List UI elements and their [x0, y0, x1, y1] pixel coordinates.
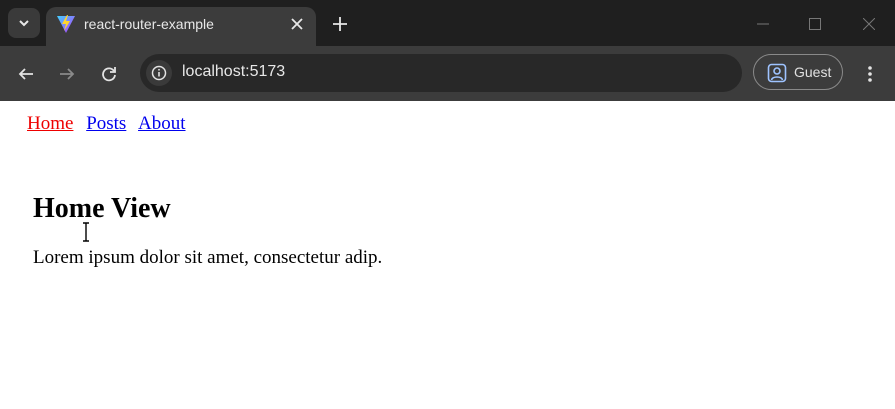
close-icon: [863, 18, 875, 30]
page-content: Home Posts About Home View Lorem ipsum d…: [0, 101, 895, 409]
more-vert-icon: [868, 66, 872, 82]
reload-icon: [102, 67, 116, 82]
nav-link-posts[interactable]: Posts: [86, 113, 126, 134]
arrow-right-icon: [60, 68, 75, 80]
close-window-button[interactable]: [855, 10, 883, 38]
tab-close-button[interactable]: [286, 13, 308, 35]
site-nav: Home Posts About: [27, 113, 194, 135]
plus-icon: [333, 17, 347, 31]
minimize-icon: [757, 23, 769, 25]
maximize-button[interactable]: [801, 10, 829, 38]
active-tab[interactable]: react-router-example: [46, 7, 316, 46]
maximize-icon: [809, 18, 821, 30]
nav-link-home[interactable]: Home: [27, 113, 73, 134]
person-icon: [767, 63, 787, 83]
minimize-button[interactable]: [749, 10, 777, 38]
info-icon: [151, 65, 167, 81]
profile-label: Guest: [794, 64, 832, 80]
address-bar[interactable]: localhost:5173: [140, 54, 742, 92]
forward-button[interactable]: [52, 59, 82, 89]
tab-title: react-router-example: [84, 16, 214, 32]
url-text[interactable]: localhost:5173: [182, 63, 285, 81]
tab-search-button[interactable]: [8, 8, 40, 38]
page-text: Lorem ipsum dolor sit amet, consectetur …: [33, 247, 383, 268]
back-button[interactable]: [11, 59, 41, 89]
site-info-button[interactable]: [146, 60, 172, 86]
close-icon: [291, 18, 303, 30]
text-cursor-icon: [83, 222, 89, 242]
browser-menu-button[interactable]: [856, 59, 884, 89]
profile-button[interactable]: Guest: [753, 54, 843, 90]
vite-logo-icon: [57, 15, 75, 33]
title-bar: react-router-example: [0, 0, 895, 46]
arrow-left-icon: [18, 68, 33, 80]
browser-toolbar: localhost:5173 Guest: [0, 46, 895, 101]
reload-button[interactable]: [94, 59, 124, 89]
nav-link-about[interactable]: About: [138, 113, 186, 134]
chevron-down-icon: [19, 20, 29, 27]
page-title: Home View: [33, 193, 171, 224]
new-tab-button[interactable]: [327, 11, 353, 37]
